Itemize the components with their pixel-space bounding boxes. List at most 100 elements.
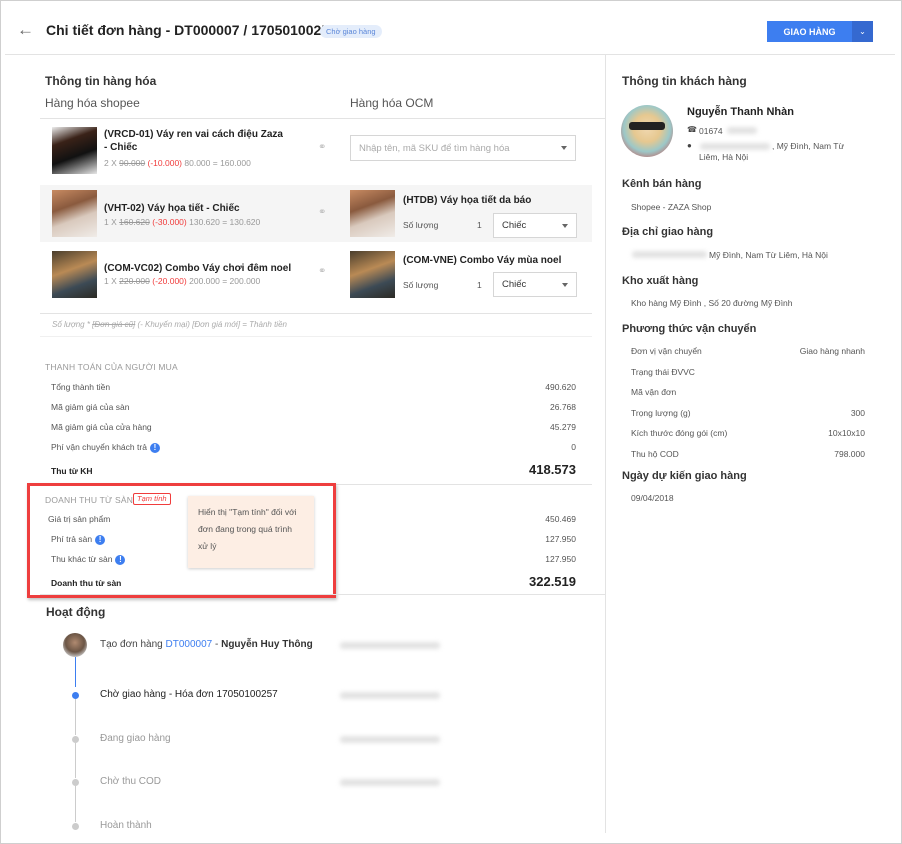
deliver-dropdown-button[interactable]: ⌄	[852, 21, 873, 42]
activity-step: Hoàn thành	[100, 820, 152, 831]
activity-created: Tạo đơn hàng DT000007 - Nguyễn Huy Thông	[100, 639, 313, 650]
ship-address-value: Mỹ Đình, Nam Từ Liêm, Hà Nội	[709, 250, 828, 260]
divider	[40, 594, 605, 595]
channel-title: Kênh bán hàng	[622, 178, 702, 190]
timeline-line	[74, 786, 76, 822]
shipping-row: Trọng lượng (g) 300	[631, 408, 865, 418]
eta-title: Ngày dự kiến giao hàng	[622, 470, 747, 482]
link-icon[interactable]: ⚭	[318, 142, 326, 153]
caret-down-icon	[562, 223, 568, 228]
redacted-address	[632, 251, 707, 258]
product-image	[52, 251, 97, 298]
product-name: (COM-VC02) Combo Váy chơi đêm noel	[104, 263, 292, 274]
timeline-dot	[71, 735, 79, 743]
unit-value: Chiếc	[502, 279, 527, 290]
customer-address-line1: , Mỹ Đình, Nam Từ	[772, 141, 845, 151]
divider	[40, 313, 592, 314]
qty-value[interactable]: 1	[477, 220, 482, 230]
link-icon[interactable]: ⚭	[318, 207, 326, 218]
customer-name: Nguyễn Thanh Nhàn	[687, 106, 794, 118]
page-title: Chi tiết đơn hàng - DT000007 / 170501002…	[46, 22, 337, 38]
payment-row: Mã giảm giá của sàn 26.768	[51, 402, 576, 412]
customer-phone: 01674	[699, 126, 723, 136]
phone-icon: ☎	[687, 125, 697, 134]
ocm-product-image	[350, 251, 395, 298]
info-icon[interactable]: !	[149, 442, 160, 453]
timeline-dot	[71, 822, 79, 830]
shipping-row: Đơn vị vận chuyển Giao hàng nhanh	[631, 346, 865, 356]
customer-title: Thông tin khách hàng	[622, 74, 747, 88]
ocm-product-name: (COM-VNE) Combo Váy mùa noel	[403, 255, 562, 266]
unit-value: Chiếc	[502, 220, 527, 231]
product-name: (VHT-02) Váy họa tiết - Chiếc	[104, 203, 240, 214]
ocm-product-name: (HTDB) Váy họa tiết da báo	[403, 195, 532, 206]
ocm-product-search[interactable]: Nhập tên, mã SKU để tìm hàng hóa	[350, 135, 576, 161]
qty-value[interactable]: 1	[477, 280, 482, 290]
activity-title: Hoạt động	[46, 605, 106, 619]
channel-value: Shopee - ZAZA Shop	[631, 202, 712, 212]
warehouse-value: Kho hàng Mỹ Đình , Số 20 đường Mỹ Đình	[631, 298, 793, 308]
product-name: (VRCD-01) Váy ren vai cách điệu Zaza - C…	[104, 129, 283, 153]
product-price: 1 X 220.000 (-20.000) 200.000 = 200.000	[104, 276, 261, 286]
price-formula-note: Số lượng * [Đơn giá cũ] (- Khuyến mại) […	[52, 320, 287, 329]
product-image	[52, 127, 97, 174]
redacted-phone	[727, 127, 757, 134]
timeline-line	[74, 743, 76, 778]
eta-value: 09/04/2018	[631, 493, 674, 503]
products-title: Thông tin hàng hóa	[45, 74, 157, 88]
product-image	[52, 190, 97, 237]
back-arrow-icon[interactable]: ←	[17, 20, 34, 40]
deliver-button[interactable]: GIAO HÀNG	[767, 21, 852, 42]
divider	[40, 118, 605, 119]
shipping-row: Thu hộ COD 798.000	[631, 449, 865, 459]
activity-step: Chờ thu COD	[100, 776, 162, 787]
product-price: 1 X 160.620 (-30.000) 130.620 = 130.620	[104, 217, 261, 227]
ocm-product-image	[350, 190, 395, 237]
shipping-row: Trạng thái ĐVVC	[631, 367, 695, 377]
redacted-timestamp	[340, 642, 440, 649]
redacted-address	[700, 143, 770, 150]
payment-row: Tổng thành tiền 490.620	[51, 382, 576, 392]
product-price: 2 X 90.000 (-10.000) 80.000 = 160.000	[104, 158, 251, 168]
activity-step: Đang giao hàng	[100, 733, 171, 744]
payment-total-row: Thu từ KH 418.573	[51, 462, 576, 477]
header-divider	[5, 54, 895, 55]
payment-row: Mã giảm giá của cửa hàng 45.279	[51, 422, 576, 432]
link-icon[interactable]: ⚭	[318, 266, 326, 277]
ship-address-title: Địa chỉ giao hàng	[622, 226, 714, 238]
avatar	[63, 633, 87, 657]
highlight-box	[27, 483, 336, 598]
qty-label: Số lượng	[403, 220, 439, 230]
col-ocm-label: Hàng hóa OCM	[350, 96, 434, 110]
customer-avatar	[621, 105, 673, 157]
chevron-down-icon: ⌄	[859, 27, 866, 36]
payment-row: Phí vận chuyển khách trả! 0	[51, 442, 576, 453]
warehouse-title: Kho xuất hàng	[622, 275, 699, 287]
timeline-dot	[71, 778, 79, 786]
column-divider	[605, 55, 606, 833]
caret-down-icon	[562, 282, 568, 287]
unit-select[interactable]: Chiếc	[493, 272, 577, 297]
redacted-timestamp	[340, 692, 440, 699]
timeline-line	[74, 657, 76, 687]
redacted-timestamp	[340, 779, 440, 786]
customer-address-line2: Liêm, Hà Nội	[699, 152, 749, 162]
shipping-row: Kích thước đóng gói (cm) 10x10x10	[631, 428, 865, 438]
activity-step: Chờ giao hàng - Hóa đơn 17050100257	[100, 689, 278, 700]
shipping-row: Mã vận đơn	[631, 387, 677, 397]
timeline-line	[74, 699, 76, 735]
sunglasses-shape	[629, 122, 665, 130]
search-placeholder: Nhập tên, mã SKU để tìm hàng hóa	[359, 142, 510, 154]
buyer-payment-title: THANH TOÁN CỦA NGƯỜI MUA	[45, 362, 178, 372]
col-shopee-label: Hàng hóa shopee	[45, 96, 140, 110]
divider	[40, 336, 592, 337]
location-icon: ●	[687, 141, 692, 150]
order-link[interactable]: DT000007	[166, 639, 213, 650]
qty-label: Số lượng	[403, 280, 439, 290]
unit-select[interactable]: Chiếc	[493, 213, 577, 238]
timeline-dot	[71, 691, 79, 699]
caret-down-icon	[561, 146, 567, 150]
redacted-timestamp	[340, 736, 440, 743]
status-badge: Chờ giao hàng	[320, 25, 382, 38]
shipping-title: Phương thức vận chuyển	[622, 323, 757, 335]
